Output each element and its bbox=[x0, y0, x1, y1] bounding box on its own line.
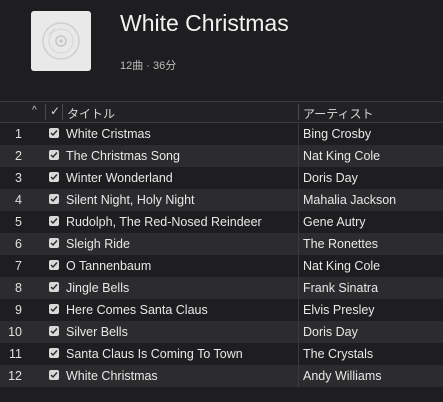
sort-column-header[interactable]: ^ bbox=[32, 105, 37, 116]
checkmark-icon bbox=[50, 130, 58, 137]
column-divider bbox=[298, 211, 299, 233]
track-artist: Frank Sinatra bbox=[303, 281, 379, 295]
checkmark-icon bbox=[50, 372, 58, 379]
checkmark-icon bbox=[50, 306, 58, 313]
check-column-header[interactable]: ✓ bbox=[50, 104, 60, 118]
track-checkbox[interactable] bbox=[49, 238, 59, 248]
column-divider bbox=[298, 343, 299, 365]
track-number: 8 bbox=[15, 281, 22, 295]
album-artwork[interactable] bbox=[31, 11, 91, 71]
track-row[interactable]: 9 Here Comes Santa Claus Elvis Presley bbox=[0, 299, 443, 321]
track-title: Silent Night, Holy Night bbox=[66, 193, 195, 207]
track-number: 6 bbox=[15, 237, 22, 251]
column-divider bbox=[298, 104, 299, 120]
column-header-row: ^ ✓ タイトル アーティスト bbox=[0, 101, 443, 123]
checkmark-icon bbox=[50, 284, 58, 291]
track-number: 9 bbox=[15, 303, 22, 317]
track-title: Jingle Bells bbox=[66, 281, 130, 295]
track-title: White Christmas bbox=[66, 369, 158, 383]
column-divider bbox=[62, 104, 63, 120]
track-title: Rudolph, The Red-Nosed Reindeer bbox=[66, 215, 262, 229]
checkmark-icon bbox=[50, 328, 58, 335]
track-number: 10 bbox=[8, 325, 22, 339]
album-title: White Christmas bbox=[120, 10, 289, 36]
track-artist: The Crystals bbox=[303, 347, 374, 361]
track-title: Sleigh Ride bbox=[66, 237, 130, 251]
track-row[interactable]: 6 Sleigh Ride The Ronettes bbox=[0, 233, 443, 255]
track-row[interactable]: 4 Silent Night, Holy Night Mahalia Jacks… bbox=[0, 189, 443, 211]
track-checkbox[interactable] bbox=[49, 348, 59, 358]
title-column-header[interactable]: タイトル bbox=[67, 105, 115, 122]
track-number: 1 bbox=[15, 127, 22, 141]
track-number: 7 bbox=[15, 259, 22, 273]
track-checkbox[interactable] bbox=[49, 282, 59, 292]
track-row[interactable]: 5 Rudolph, The Red-Nosed Reindeer Gene A… bbox=[0, 211, 443, 233]
track-title: Winter Wonderland bbox=[66, 171, 173, 185]
checkmark-icon bbox=[50, 350, 58, 357]
track-title: White Cristmas bbox=[66, 127, 151, 141]
track-checkbox[interactable] bbox=[49, 172, 59, 182]
track-artist: Mahalia Jackson bbox=[303, 193, 397, 207]
column-divider bbox=[298, 123, 299, 145]
column-divider bbox=[298, 365, 299, 387]
track-title: Here Comes Santa Claus bbox=[66, 303, 208, 317]
track-artist: Gene Autry bbox=[303, 215, 366, 229]
checkmark-icon bbox=[50, 240, 58, 247]
track-title: Santa Claus Is Coming To Town bbox=[66, 347, 243, 361]
track-row[interactable]: 10 Silver Bells Doris Day bbox=[0, 321, 443, 343]
artist-column-header[interactable]: アーティスト bbox=[303, 105, 374, 122]
column-divider bbox=[298, 233, 299, 255]
track-list: 1 White Cristmas Bing Crosby 2 The Chris… bbox=[0, 123, 443, 387]
track-title: Silver Bells bbox=[66, 325, 128, 339]
track-checkbox[interactable] bbox=[49, 128, 59, 138]
track-row[interactable]: 8 Jingle Bells Frank Sinatra bbox=[0, 277, 443, 299]
track-title: The Christmas Song bbox=[66, 149, 180, 163]
track-checkbox[interactable] bbox=[49, 326, 59, 336]
track-artist: Doris Day bbox=[303, 171, 358, 185]
column-divider bbox=[298, 189, 299, 211]
track-artist: Nat King Cole bbox=[303, 149, 381, 163]
track-artist: Nat King Cole bbox=[303, 259, 381, 273]
column-divider bbox=[298, 167, 299, 189]
track-number: 11 bbox=[9, 347, 22, 361]
track-checkbox[interactable] bbox=[49, 216, 59, 226]
cd-icon bbox=[42, 22, 80, 60]
column-divider bbox=[298, 277, 299, 299]
column-divider bbox=[298, 145, 299, 167]
track-artist: Andy Williams bbox=[303, 369, 382, 383]
album-header: White Christmas 12曲 · 36分 bbox=[0, 0, 443, 100]
track-number: 2 bbox=[15, 149, 22, 163]
column-divider bbox=[298, 321, 299, 343]
track-artist: Bing Crosby bbox=[303, 127, 372, 141]
checkmark-icon bbox=[50, 196, 58, 203]
track-checkbox[interactable] bbox=[49, 260, 59, 270]
checkmark-icon bbox=[50, 152, 58, 159]
album-subtitle: 12曲 · 36分 bbox=[120, 60, 177, 72]
track-checkbox[interactable] bbox=[49, 304, 59, 314]
track-artist: Elvis Presley bbox=[303, 303, 375, 317]
track-row[interactable]: 11 Santa Claus Is Coming To Town The Cry… bbox=[0, 343, 443, 365]
column-divider bbox=[298, 299, 299, 321]
track-artist: Doris Day bbox=[303, 325, 358, 339]
track-checkbox[interactable] bbox=[49, 150, 59, 160]
track-row[interactable]: 7 O Tannenbaum Nat King Cole bbox=[0, 255, 443, 277]
track-checkbox[interactable] bbox=[49, 370, 59, 380]
track-checkbox[interactable] bbox=[49, 194, 59, 204]
track-number: 5 bbox=[15, 215, 22, 229]
track-row[interactable]: 2 The Christmas Song Nat King Cole bbox=[0, 145, 443, 167]
checkmark-icon bbox=[50, 218, 58, 225]
track-artist: The Ronettes bbox=[303, 237, 379, 251]
column-divider bbox=[45, 104, 46, 120]
track-row[interactable]: 3 Winter Wonderland Doris Day bbox=[0, 167, 443, 189]
checkmark-icon bbox=[50, 174, 58, 181]
track-row[interactable]: 1 White Cristmas Bing Crosby bbox=[0, 123, 443, 145]
track-number: 3 bbox=[15, 171, 22, 185]
track-title: O Tannenbaum bbox=[66, 259, 152, 273]
checkmark-icon bbox=[50, 262, 58, 269]
track-row[interactable]: 12 White Christmas Andy Williams bbox=[0, 365, 443, 387]
column-divider bbox=[298, 255, 299, 277]
track-number: 4 bbox=[15, 193, 22, 207]
track-number: 12 bbox=[8, 369, 22, 383]
